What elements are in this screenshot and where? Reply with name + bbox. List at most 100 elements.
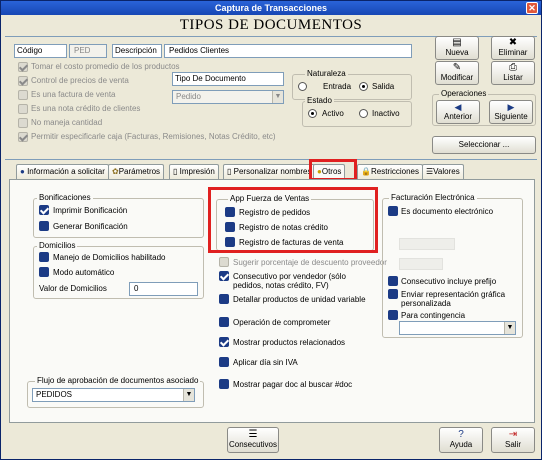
checkbox-mostrar-relacionados[interactable] <box>219 337 229 347</box>
nueva-label: Nueva <box>445 48 469 57</box>
delete-icon: ✖ <box>508 37 518 48</box>
checkbox-especificar-caja[interactable] <box>18 132 28 142</box>
label-consecutivo-vendedor: Consecutivo por vendedor (sólo pedidos, … <box>233 272 346 290</box>
tab-informacion[interactable]: ● Información a solicitar <box>16 164 109 180</box>
checkbox-imprimir-bonificacion[interactable] <box>39 205 49 215</box>
tab-label: Parámetros <box>118 167 161 176</box>
naturaleza-title: Naturaleza <box>305 69 348 78</box>
checkbox-modo-automatico[interactable] <box>39 267 49 277</box>
checkbox-detallar-productos[interactable] <box>219 294 229 304</box>
blank-field <box>399 258 443 270</box>
codigo-input[interactable]: PED <box>69 44 107 58</box>
page-icon: ▯ <box>173 167 178 176</box>
checkbox-manejo-domicilios[interactable] <box>39 252 49 262</box>
nueva-button[interactable]: ▤ Nueva <box>435 36 479 60</box>
descripcion-input[interactable]: Pedidos Clientes <box>164 44 412 58</box>
main-window: Captura de Transacciones ✕ TIPOS DE DOCU… <box>0 0 542 460</box>
codigo-label: Código <box>14 44 67 58</box>
list-icon: ☰ <box>248 429 258 440</box>
domicilios-title: Domicilios <box>37 241 78 250</box>
label-factura-venta: Es una factura de venta <box>31 90 116 99</box>
ayuda-button[interactable]: ? Ayuda <box>439 427 483 453</box>
radio-entrada[interactable] <box>298 82 307 91</box>
checkbox-sugerir-descuento[interactable] <box>219 257 229 267</box>
tipo-documento-select[interactable]: Pedido ▼ <box>172 90 284 104</box>
consecutivos-label: Consecutivos <box>228 440 278 449</box>
checkbox-consecutivo-vendedor[interactable] <box>219 271 229 281</box>
checkbox-representacion-grafica[interactable] <box>388 289 398 299</box>
label-pagar-doc: Mostrar pagar doc al buscar #doc <box>233 380 353 389</box>
lock-icon: 🔒 <box>361 167 371 176</box>
label-documento-electronico: Es documento electrónico <box>401 207 494 216</box>
checkbox-contingencia[interactable] <box>388 310 398 320</box>
label-sugerir-descuento: Sugerir porcentaje de descuento proveedo… <box>233 258 387 267</box>
exit-icon: ⇥ <box>508 429 518 440</box>
tipo-documento-value: Pedido <box>176 92 201 101</box>
valor-domicilios-input[interactable]: 0 <box>129 282 198 296</box>
flujo-title: Flujo de aprobación de documentos asocia… <box>35 376 201 385</box>
radio-activo[interactable] <box>308 109 317 118</box>
checkbox-generar-bonificacion[interactable] <box>39 221 49 231</box>
chevron-down-icon: ▼ <box>272 91 283 103</box>
checkbox-pagar-doc[interactable] <box>219 379 229 389</box>
label-no-maneja-cantidad: No maneja cantidad <box>31 118 103 127</box>
label-especificar-caja: Permitir especificarle caja (Facturas, R… <box>31 132 276 141</box>
checkbox-control-precios[interactable] <box>18 76 28 86</box>
tab-impresion[interactable]: ▯ Impresión <box>169 164 219 180</box>
label-activo: Activo <box>322 109 344 118</box>
label-nota-credito: Es una nota crédito de clientes <box>31 104 141 113</box>
edit-icon: ✎ <box>452 62 462 73</box>
siguiente-label: Siguiente <box>494 112 528 121</box>
help-icon: ? <box>458 429 464 440</box>
flujo-select[interactable]: PEDIDOS ▼ <box>32 388 195 402</box>
salir-label: Salir <box>504 440 521 449</box>
ayuda-label: Ayuda <box>449 440 473 449</box>
close-icon[interactable]: ✕ <box>526 2 538 14</box>
contingencia-select[interactable]: ▼ <box>399 321 516 335</box>
checkbox-operacion-comprometer[interactable] <box>219 317 229 327</box>
bonificaciones-title: Bonificaciones <box>37 193 93 202</box>
label-costo-promedio: Tomar el costo promedio de los productos <box>31 62 180 71</box>
checkbox-dia-sin-iva[interactable] <box>219 357 229 367</box>
highlight-otros-tab <box>309 159 357 181</box>
window-title: Captura de Transacciones <box>214 3 328 13</box>
checkbox-factura-venta[interactable] <box>18 90 28 100</box>
eliminar-button[interactable]: ✖ Eliminar <box>491 36 535 60</box>
anterior-button[interactable]: ◀ Anterior <box>436 100 480 124</box>
checkbox-consecutivo-prefijo[interactable] <box>388 276 398 286</box>
radio-inactivo[interactable] <box>359 109 368 118</box>
tab-restricciones[interactable]: 🔒Restricciones <box>357 164 423 180</box>
operaciones-title: Operaciones <box>439 89 489 98</box>
info-icon: ● <box>20 167 25 176</box>
listar-label: Listar <box>503 73 523 82</box>
next-icon: ▶ <box>507 102 515 112</box>
bonificaciones-group <box>33 198 204 238</box>
radio-salida[interactable] <box>359 82 368 91</box>
tab-label: Personalizar nombres <box>233 167 312 176</box>
tab-label: Información a solicitar <box>27 167 105 176</box>
siguiente-button[interactable]: ▶ Siguiente <box>489 100 533 124</box>
checkbox-documento-electronico[interactable] <box>388 206 398 216</box>
label-modo-automatico: Modo automático <box>53 268 115 277</box>
label-mostrar-relacionados: Mostrar productos relacionados <box>233 338 346 347</box>
consecutivos-button[interactable]: ☰ Consecutivos <box>227 427 279 453</box>
tab-valores[interactable]: ☰Valores <box>422 164 464 180</box>
label-consecutivo-prefijo: Consecutivo incluye prefijo <box>401 277 497 286</box>
tab-personalizar-nombres[interactable]: ▯ Personalizar nombres <box>223 164 316 180</box>
modificar-button[interactable]: ✎ Modificar <box>435 61 479 85</box>
tab-label: Restricciones <box>370 167 419 176</box>
salir-button[interactable]: ⇥ Salir <box>491 427 535 453</box>
label-imprimir-bonificacion: Imprimir Bonificación <box>53 206 128 215</box>
seleccionar-button[interactable]: Seleccionar ... <box>432 136 536 154</box>
listar-button[interactable]: ⎙ Listar <box>491 61 535 85</box>
label-control-precios: Control de precios de venta <box>31 76 129 85</box>
chevron-down-icon: ▼ <box>504 322 515 334</box>
page-icon: ▯ <box>227 167 232 176</box>
anterior-label: Anterior <box>443 112 472 121</box>
tab-parametros[interactable]: ✿Parámetros <box>108 164 165 180</box>
label-salida: Salida <box>372 82 395 91</box>
checkbox-costo-promedio[interactable] <box>18 62 28 72</box>
checkbox-nota-credito[interactable] <box>18 104 28 114</box>
checkbox-no-maneja-cantidad[interactable] <box>18 118 28 128</box>
modificar-label: Modificar <box>440 73 474 82</box>
